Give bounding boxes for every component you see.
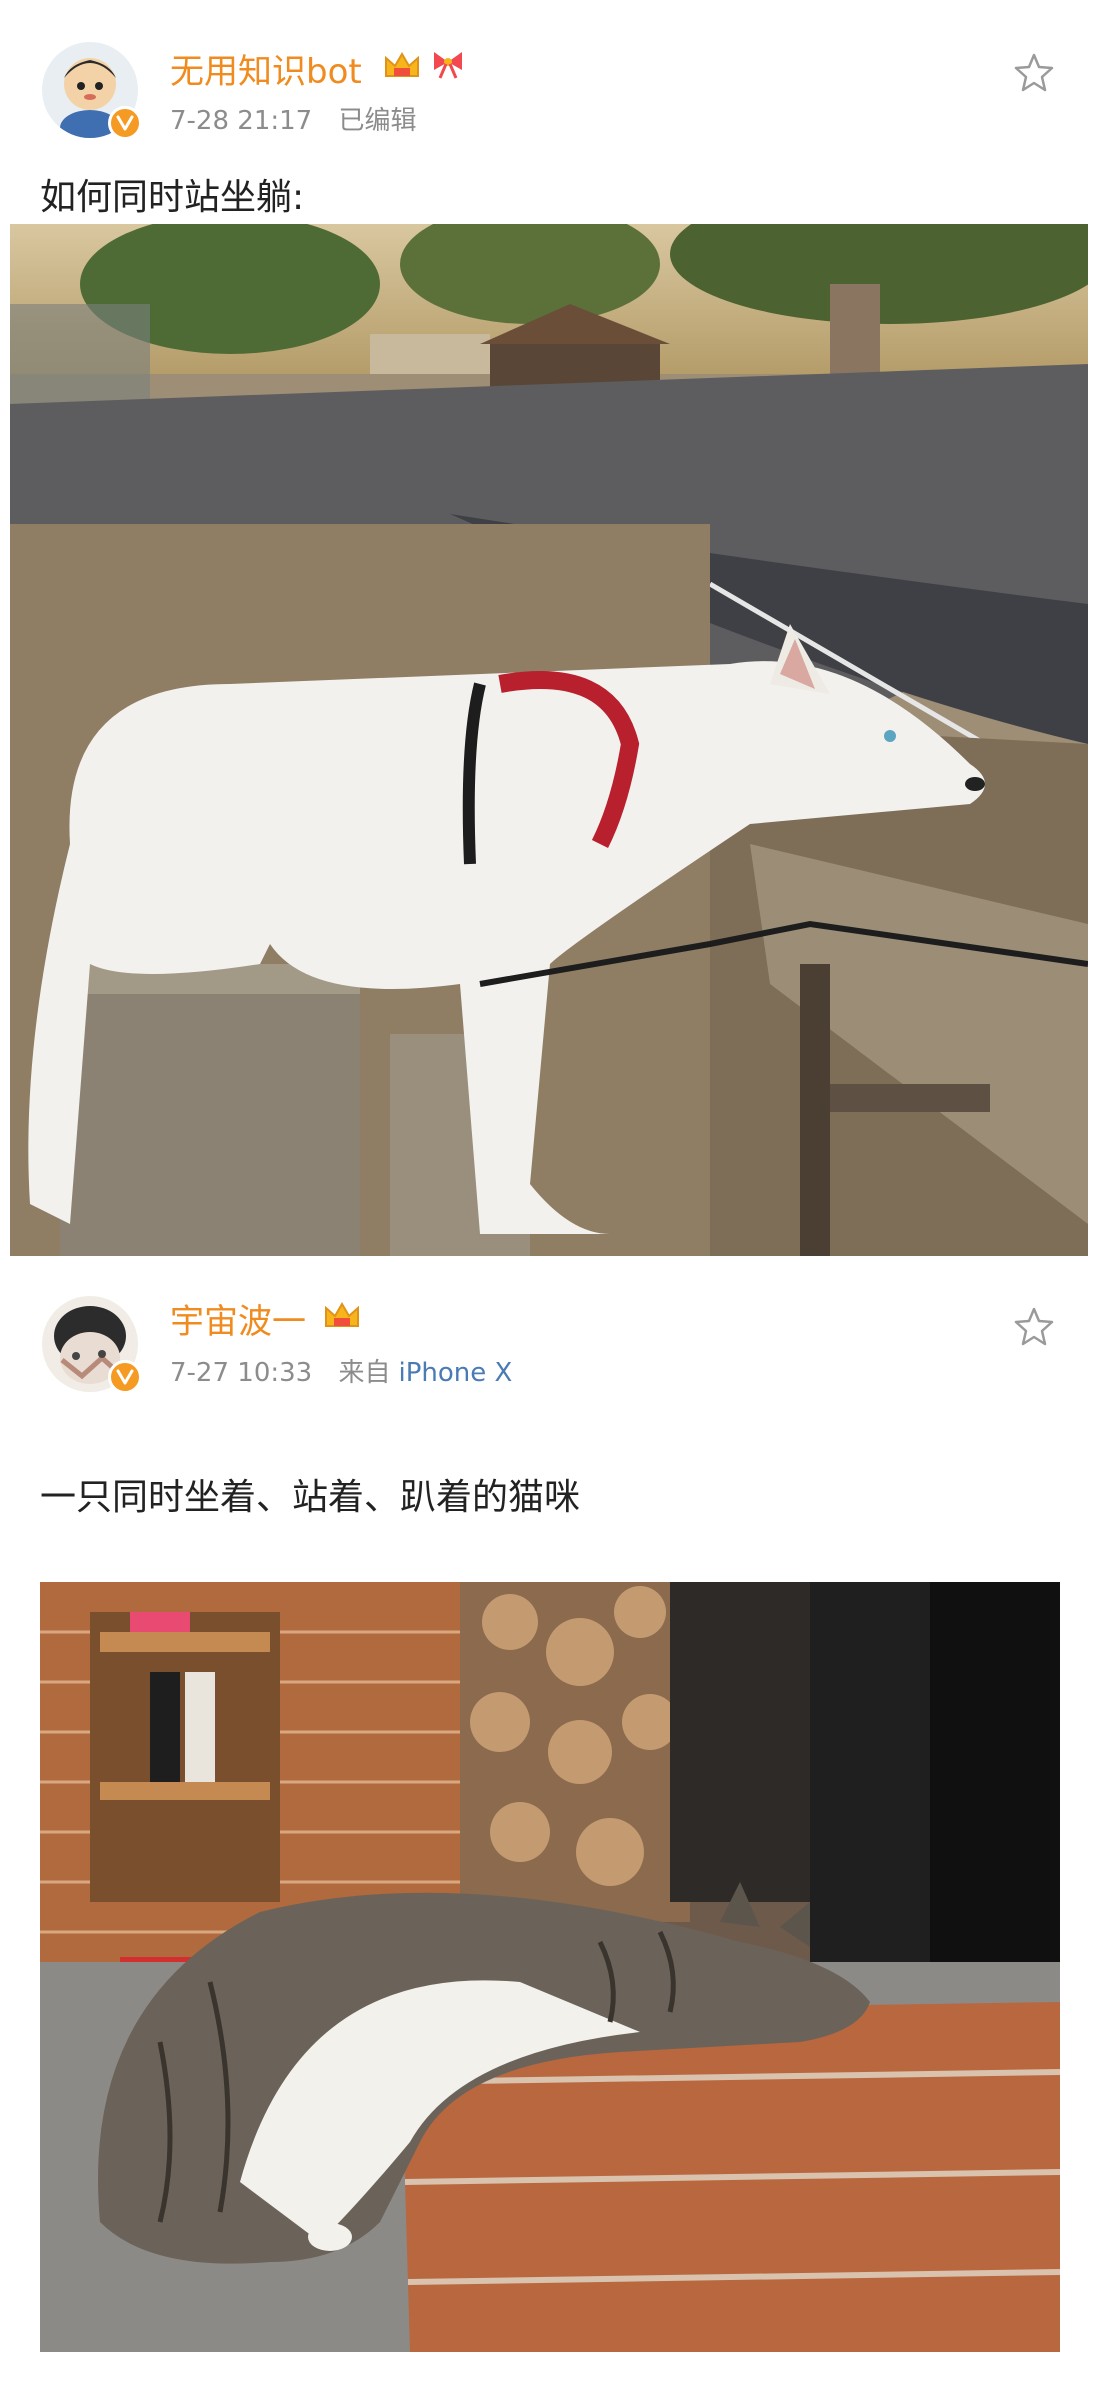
weibo-post: 宇宙波一 7-27 10:33 来自 iPhone X 一只同时坐着、站着、趴着的…: [0, 1256, 1100, 2384]
edited-label: 已编辑: [338, 106, 417, 136]
vip-crown-icon[interactable]: [322, 1298, 362, 1334]
post-meta: 7-27 10:33 来自 iPhone X: [170, 1352, 512, 1389]
bow-icon[interactable]: [428, 46, 468, 82]
post-text: 一只同时坐着、站着、趴着的猫咪: [40, 1477, 581, 1518]
star-outline-icon[interactable]: [1012, 1304, 1056, 1348]
post-meta: 7-28 21:17 已编辑: [170, 100, 416, 137]
post-header: 宇宙波一 7-27 10:33 来自 iPhone X: [0, 1256, 1100, 1406]
weibo-post: 无用知识bot 7-28 21:17 已编辑 如何同时站坐躺:: [0, 0, 1100, 1256]
user-name[interactable]: 无用知识bot: [170, 44, 362, 93]
source-link[interactable]: iPhone X: [398, 1358, 512, 1388]
post-date: 7-28 21:17: [170, 106, 313, 136]
vip-crown-icon[interactable]: [382, 48, 422, 84]
star-outline-icon[interactable]: [1012, 50, 1056, 94]
post-image-cat[interactable]: [40, 1582, 1060, 2352]
post-header: 无用知识bot 7-28 21:17 已编辑: [0, 0, 1100, 150]
post-date: 7-27 10:33: [170, 1358, 313, 1388]
post-text: 如何同时站坐躺:: [40, 177, 305, 218]
post-image-dog[interactable]: [10, 224, 1088, 1256]
avatar[interactable]: [42, 1296, 142, 1394]
verified-v-icon: [108, 1360, 142, 1394]
source-prefix: 来自: [338, 1358, 391, 1388]
user-name[interactable]: 宇宙波一: [170, 1294, 306, 1343]
verified-v-icon: [108, 106, 142, 140]
avatar[interactable]: [42, 42, 142, 140]
